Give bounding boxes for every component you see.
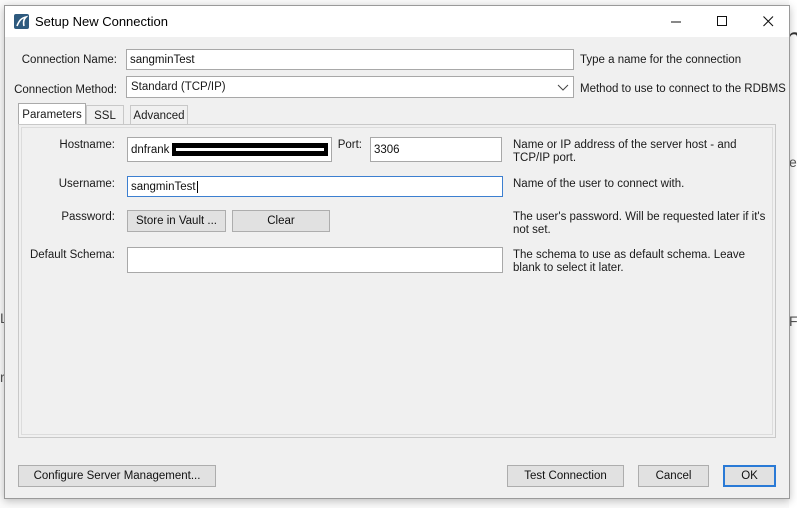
password-help-line-2: not set. <box>513 224 551 236</box>
background-window-strip <box>789 0 797 508</box>
test-connection-button[interactable]: Test Connection <box>507 465 624 487</box>
username-input[interactable]: sangminTest <box>127 176 503 197</box>
tab-ssl[interactable]: SSL <box>86 105 124 125</box>
dialog-title: Setup New Connection <box>35 14 168 29</box>
parameters-panel-inner <box>21 127 773 435</box>
setup-connection-dialog: Setup New Connection Connection Name: sa… <box>4 5 790 499</box>
hostname-help-line-1: Name or IP address of the server host - … <box>513 139 737 151</box>
title-bar[interactable]: Setup New Connection <box>5 6 789 37</box>
redaction-bar <box>172 143 328 156</box>
store-in-vault-button[interactable]: Store in Vault ... <box>127 210 226 232</box>
default-schema-help-line-2: blank to select it later. <box>513 262 624 274</box>
parameters-panel <box>18 124 776 438</box>
connection-name-input[interactable]: sangminTest <box>126 49 574 70</box>
connection-name-value: sangminTest <box>130 53 195 66</box>
connection-name-help: Type a name for the connection <box>580 54 742 66</box>
default-schema-label: Default Schema: <box>29 249 115 261</box>
password-help-line-1: The user's password. Will be requested l… <box>513 211 766 223</box>
connection-name-label: Connection Name: <box>21 54 117 66</box>
close-button[interactable] <box>745 6 791 37</box>
password-label: Password: <box>61 211 115 223</box>
background-text: e <box>789 154 797 170</box>
minimize-icon <box>670 21 681 23</box>
connection-method-label: Connection Method: <box>14 84 117 96</box>
chevron-down-icon <box>557 84 569 91</box>
connection-method-select[interactable]: Standard (TCP/IP) <box>126 76 574 98</box>
background-text: F <box>789 313 797 329</box>
hostname-value: dnfrank <box>131 143 170 156</box>
close-icon <box>762 16 773 27</box>
cancel-button[interactable]: Cancel <box>638 465 709 487</box>
configure-server-management-button[interactable]: Configure Server Management... <box>18 465 216 487</box>
ok-button[interactable]: OK <box>723 465 776 487</box>
connection-method-help: Method to use to connect to the RDBMS <box>580 83 786 95</box>
username-label: Username: <box>58 178 115 190</box>
mysql-workbench-icon <box>14 14 29 29</box>
tab-advanced[interactable]: Advanced <box>130 105 188 125</box>
connection-method-value: Standard (TCP/IP) <box>131 81 226 93</box>
port-input[interactable]: 3306 <box>370 137 502 162</box>
port-label: Port: <box>337 139 362 151</box>
minimize-button[interactable] <box>653 6 699 37</box>
text-caret <box>196 180 198 193</box>
default-schema-help-line-1: The schema to use as default schema. Lea… <box>513 249 746 261</box>
username-value: sangminTest <box>131 180 196 193</box>
maximize-icon <box>716 16 727 26</box>
hostname-label: Hostname: <box>59 139 115 151</box>
hostname-input[interactable]: dnfrank <box>127 137 332 162</box>
hostname-help-line-2: TCP/IP port. <box>513 152 577 164</box>
tab-parameters[interactable]: Parameters <box>18 103 86 125</box>
clear-password-button[interactable]: Clear <box>232 210 330 232</box>
default-schema-input[interactable] <box>127 247 503 273</box>
username-help: Name of the user to connect with. <box>513 178 685 190</box>
port-value: 3306 <box>374 143 400 156</box>
maximize-button[interactable] <box>699 6 745 37</box>
